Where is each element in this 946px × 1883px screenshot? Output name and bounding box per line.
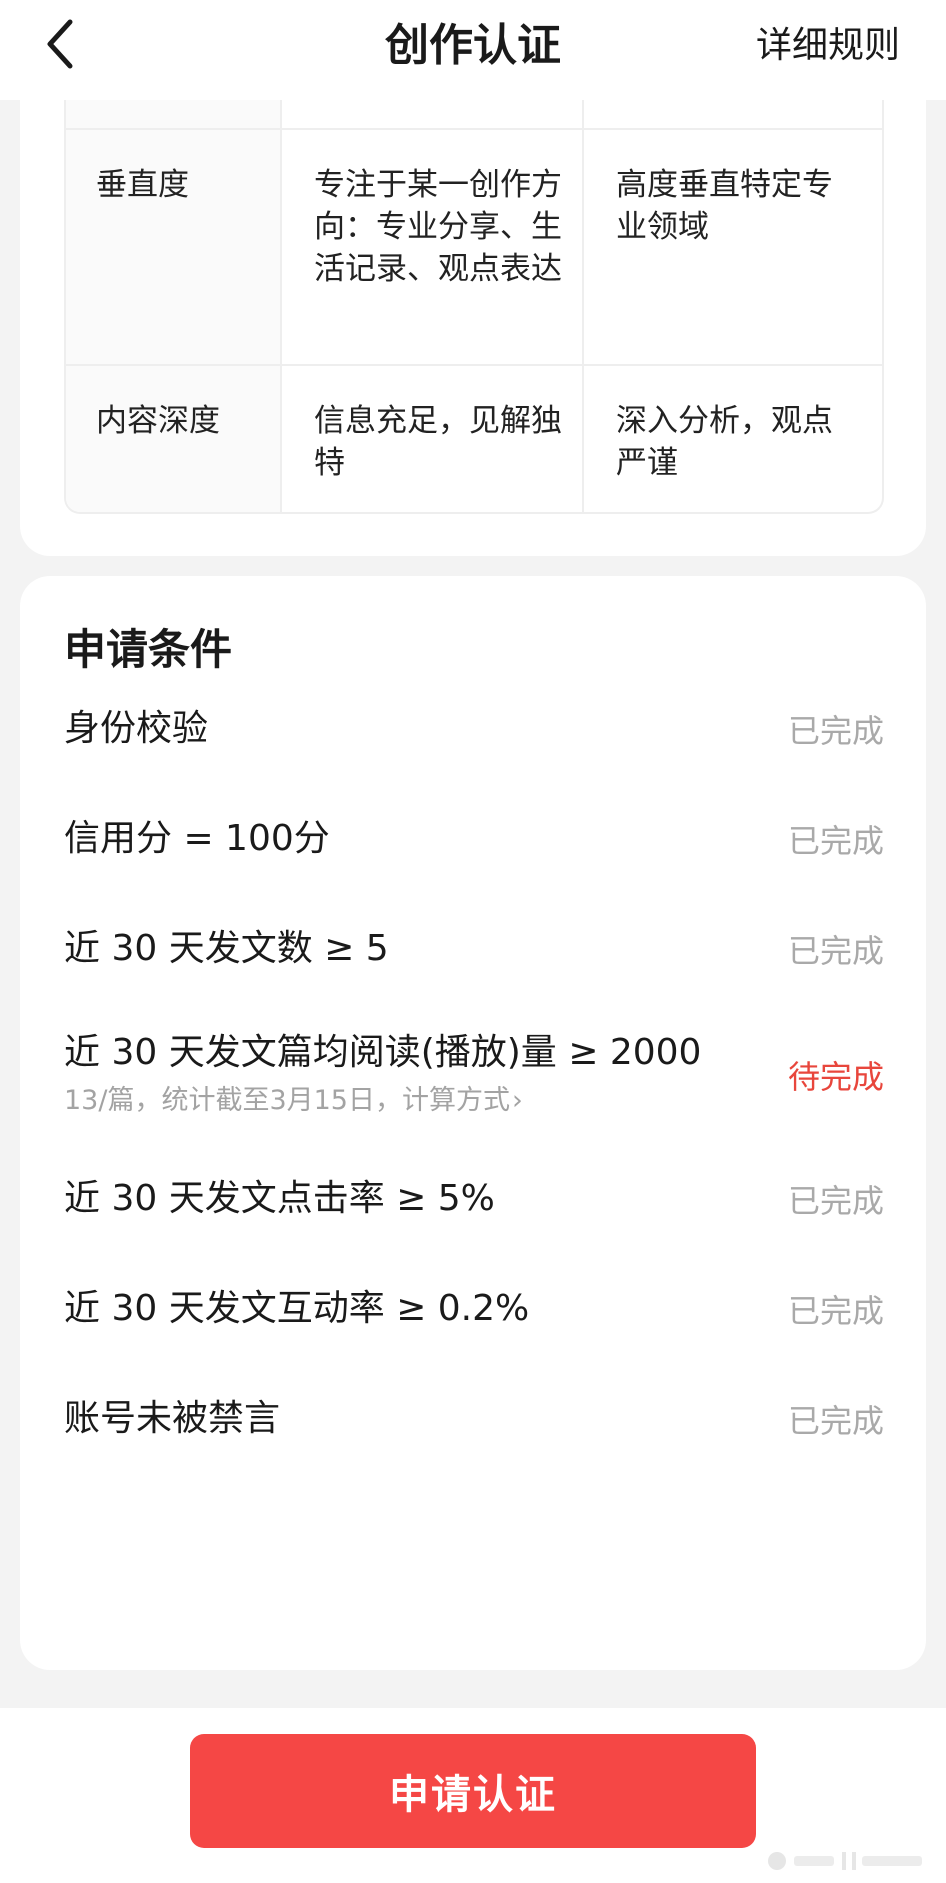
criteria-name: 垂直度 <box>66 130 280 364</box>
criteria-card: 垂直度 专注于某一创作方向：专业分享、生活记录、观点表达 高度垂直特定专业领域 … <box>20 100 926 556</box>
condition-item-interaction-rate[interactable]: 近 30 天发文互动率 ≥ 0.2% 已完成 <box>64 1274 884 1354</box>
condition-item-identity[interactable]: 身份校验 已完成 <box>64 694 884 774</box>
condition-status: 已完成 <box>787 1292 884 1330</box>
table-row: 垂直度 专注于某一创作方向：专业分享、生活记录、观点表达 高度垂直特定专业领域 <box>66 128 882 364</box>
condition-label: 近 30 天发文篇均阅读(播放)量 ≥ 2000 <box>64 1032 702 1073</box>
condition-label: 身份校验 <box>64 708 209 749</box>
criteria-advanced: 高度垂直特定专业领域 <box>582 130 882 364</box>
condition-label: 信用分 = 100分 <box>64 818 330 859</box>
condition-label: 近 30 天发文互动率 ≥ 0.2% <box>64 1288 530 1329</box>
back-icon[interactable] <box>40 16 84 72</box>
condition-status: 已完成 <box>787 1182 884 1220</box>
criteria-name: 内容深度 <box>66 366 280 512</box>
chevron-right-icon: › <box>512 1085 523 1116</box>
watermark-logo <box>766 1848 926 1874</box>
condition-status: 已完成 <box>787 1402 884 1440</box>
condition-item-post-count[interactable]: 近 30 天发文数 ≥ 5 已完成 <box>64 914 884 994</box>
condition-item-click-rate[interactable]: 近 30 天发文点击率 ≥ 5% 已完成 <box>64 1164 884 1244</box>
criteria-table: 垂直度 专注于某一创作方向：专业分享、生活记录、观点表达 高度垂直特定专业领域 … <box>64 100 884 514</box>
table-row: 内容深度 信息充足，见解独特 深入分析，观点严谨 <box>66 364 882 512</box>
condition-status: 已完成 <box>787 932 884 970</box>
criteria-advanced: 深入分析，观点严谨 <box>582 366 882 512</box>
condition-item-avg-reads[interactable]: 近 30 天发文篇均阅读(播放)量 ≥ 2000 待完成 13/篇，统计截至3月… <box>64 1018 884 1138</box>
calculation-method-link[interactable]: 13/篇，统计截至3月15日，计算方式› <box>64 1082 523 1120</box>
condition-status: 已完成 <box>787 712 884 750</box>
condition-status: 已完成 <box>787 822 884 860</box>
top-bar: 创作认证 详细规则 <box>0 0 946 100</box>
criteria-standard: 信息充足，见解独特 <box>280 366 582 512</box>
section-title: 申请条件 <box>64 625 233 674</box>
criteria-standard: 专注于某一创作方向：专业分享、生活记录、观点表达 <box>280 130 582 364</box>
condition-label: 近 30 天发文数 ≥ 5 <box>64 928 389 969</box>
conditions-card: 申请条件 身份校验 已完成 信用分 = 100分 已完成 近 30 天发文数 ≥… <box>20 576 926 1670</box>
bottom-bar: 申请认证 <box>0 1708 946 1883</box>
condition-status: 待完成 <box>787 1058 884 1096</box>
condition-sub-text: 13/篇，统计截至3月15日，计算方式 <box>64 1085 510 1116</box>
condition-item-credit[interactable]: 信用分 = 100分 已完成 <box>64 804 884 884</box>
apply-certification-button[interactable]: 申请认证 <box>190 1734 756 1848</box>
table-row-cut-off <box>66 100 882 128</box>
detailed-rules-link[interactable]: 详细规则 <box>756 16 900 76</box>
condition-item-not-muted[interactable]: 账号未被禁言 已完成 <box>64 1384 884 1464</box>
condition-label: 近 30 天发文点击率 ≥ 5% <box>64 1178 495 1219</box>
condition-label: 账号未被禁言 <box>64 1398 281 1439</box>
